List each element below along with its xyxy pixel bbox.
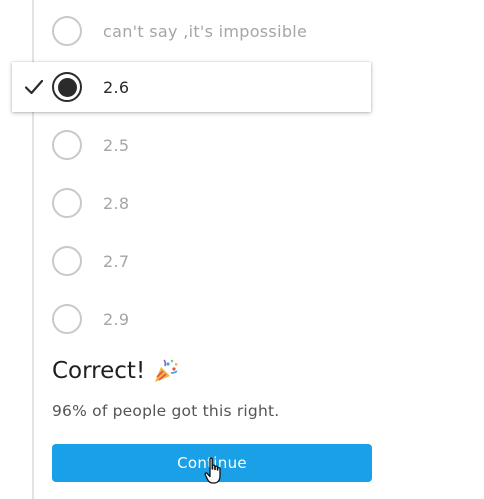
- result-title-text: Correct!: [52, 358, 146, 384]
- radio-dot: [57, 77, 77, 97]
- radio-icon[interactable]: [52, 188, 82, 218]
- radio-icon[interactable]: [52, 304, 82, 334]
- option-label: 2.5: [103, 135, 130, 155]
- radio-icon[interactable]: [52, 130, 82, 160]
- option-cant-say[interactable]: can't say ,it's impossible: [52, 9, 372, 53]
- option-2-5[interactable]: 2.5: [52, 123, 372, 167]
- hand-pointer-cursor-icon: [204, 457, 221, 484]
- option-label: 2.8: [103, 193, 130, 213]
- option-label: 2.6: [103, 77, 130, 97]
- checkmark-icon: [24, 79, 44, 95]
- option-2-9[interactable]: 2.9: [52, 297, 372, 341]
- option-label: 2.7: [103, 251, 130, 271]
- option-2-7[interactable]: 2.7: [52, 239, 372, 283]
- option-label: 2.9: [103, 309, 130, 329]
- result-heading: Correct!: [52, 358, 179, 384]
- party-popper-icon: [155, 359, 178, 382]
- option-2-8[interactable]: 2.8: [52, 181, 372, 225]
- result-stat: 96% of people got this right.: [52, 402, 280, 420]
- option-label: can't say ,it's impossible: [103, 21, 308, 41]
- radio-selected-icon[interactable]: [52, 72, 82, 102]
- radio-icon[interactable]: [52, 246, 82, 276]
- quiz-page: can't say ,it's impossible 2.6 2.5 2.8 2…: [0, 0, 484, 499]
- option-2-6-selected[interactable]: 2.6: [12, 62, 371, 112]
- radio-icon[interactable]: [52, 16, 82, 46]
